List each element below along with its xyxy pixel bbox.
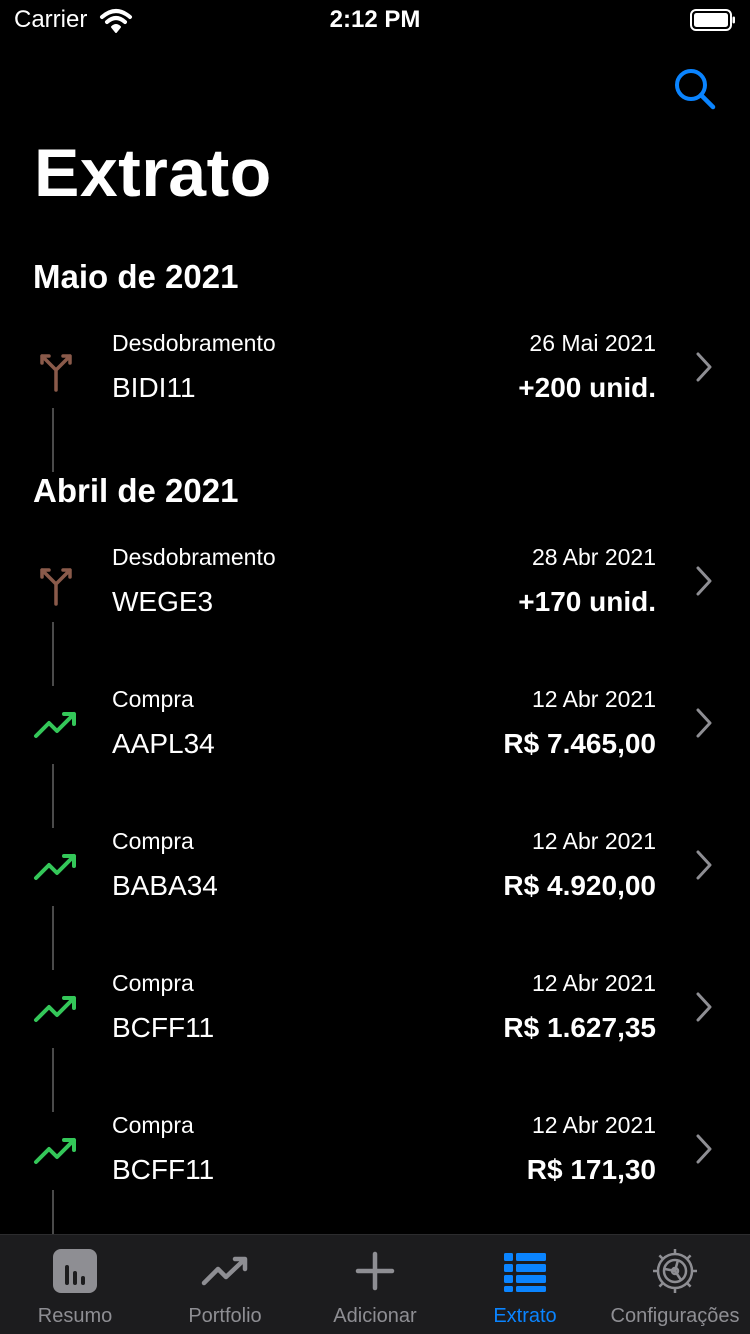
transaction-ticker: BCFF11	[112, 1012, 215, 1043]
chevron-right-icon	[696, 566, 712, 596]
section-header-maio-2021: Maio de 2021	[33, 258, 239, 295]
timeline-connector	[52, 1190, 54, 1234]
transaction-ticker: WEGE3	[112, 586, 214, 617]
trend-up-icon	[34, 996, 76, 1022]
transaction-date: 12 Abr 2021	[531, 1112, 656, 1138]
tab-bar: Resumo Portfolio Adicionar Extrato Confi…	[0, 1234, 750, 1334]
search-icon[interactable]	[672, 66, 716, 110]
transaction-date: 26 Mai 2021	[529, 330, 656, 356]
battery-icon	[690, 9, 735, 31]
transaction-ticker: BIDI11	[112, 372, 196, 403]
transaction-amount: +200 unid.	[518, 372, 656, 403]
transaction-row[interactable]: Desdobramento WEGE3 28 Abr 2021 +170 uni…	[0, 532, 750, 686]
screen: Carrier 2:12 PM Extrato Maio de 2021 Des…	[0, 0, 750, 1334]
transaction-row[interactable]: Compra AAPL34 12 Abr 2021 R$ 7.465,00	[0, 674, 750, 828]
section-header-abril-2021: Abril de 2021	[33, 472, 239, 509]
chevron-right-icon	[696, 708, 712, 738]
tab-portfolio[interactable]: Portfolio	[150, 1235, 300, 1334]
transaction-amount: R$ 1.627,35	[503, 1012, 656, 1043]
transaction-type: Compra	[112, 686, 194, 712]
tab-configuracoes[interactable]: Configurações	[600, 1235, 750, 1334]
status-time: 2:12 PM	[329, 6, 421, 33]
transaction-type: Compra	[112, 1112, 194, 1138]
gear-icon	[653, 1249, 697, 1293]
transaction-row[interactable]: Compra BABA34 12 Abr 2021 R$ 4.920,00	[0, 816, 750, 970]
tab-label: Resumo	[37, 1305, 113, 1327]
transaction-date: 12 Abr 2021	[531, 970, 656, 996]
transaction-date: 28 Abr 2021	[531, 544, 656, 570]
transaction-type: Desdobramento	[112, 544, 276, 570]
chevron-right-icon	[696, 1134, 712, 1164]
page-title: Extrato	[34, 135, 272, 211]
split-arrow-icon	[40, 354, 72, 392]
transaction-ticker: BABA34	[112, 870, 218, 901]
chevron-right-icon	[696, 850, 712, 880]
transaction-amount: +170 unid.	[518, 586, 656, 617]
trend-up-icon	[201, 1256, 248, 1286]
plus-icon	[355, 1251, 395, 1291]
transaction-type: Desdobramento	[112, 330, 276, 356]
chevron-right-icon	[696, 352, 712, 382]
tab-resumo[interactable]: Resumo	[0, 1235, 150, 1334]
tab-label: Extrato	[493, 1305, 557, 1327]
transaction-amount: R$ 171,30	[526, 1154, 656, 1185]
trend-up-icon	[34, 1138, 76, 1164]
status-bar: Carrier 2:12 PM	[0, 0, 750, 40]
transaction-date: 12 Abr 2021	[531, 686, 656, 712]
transaction-date: 12 Abr 2021	[531, 828, 656, 854]
tab-label: Adicionar	[333, 1305, 417, 1327]
chevron-right-icon	[696, 992, 712, 1022]
trend-up-icon	[34, 854, 76, 880]
transaction-row[interactable]: Desdobramento BIDI11 26 Mai 2021 +200 un…	[0, 318, 750, 472]
transaction-type: Compra	[112, 828, 194, 854]
trend-up-icon	[34, 712, 76, 738]
tab-adicionar[interactable]: Adicionar	[300, 1235, 450, 1334]
tab-label: Portfolio	[188, 1305, 262, 1327]
transaction-amount: R$ 4.920,00	[503, 870, 656, 901]
bar-chart-icon	[53, 1249, 97, 1293]
transaction-type: Compra	[112, 970, 194, 996]
transaction-row[interactable]: Compra BCFF11 12 Abr 2021 R$ 171,30	[0, 1100, 750, 1242]
transaction-ticker: BCFF11	[112, 1154, 215, 1185]
list-icon	[504, 1253, 546, 1292]
tab-extrato[interactable]: Extrato	[450, 1235, 600, 1334]
transaction-ticker: AAPL34	[112, 728, 215, 759]
split-arrow-icon	[40, 568, 72, 606]
transaction-amount: R$ 7.465,00	[503, 728, 656, 759]
transaction-row[interactable]: Compra BCFF11 12 Abr 2021 R$ 1.627,35	[0, 958, 750, 1112]
tab-label: Configurações	[610, 1305, 740, 1327]
timeline-connector	[52, 408, 54, 472]
